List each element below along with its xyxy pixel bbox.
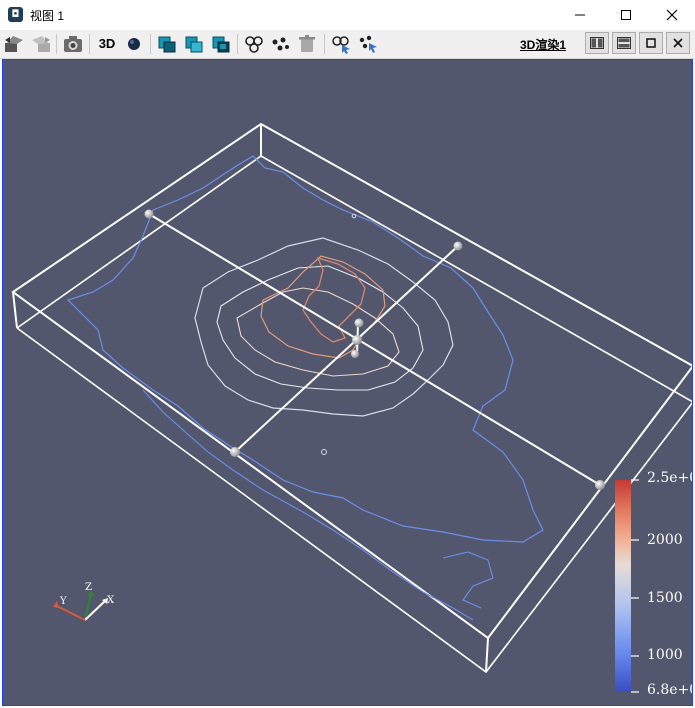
window-title: 视图 1 xyxy=(30,9,65,23)
interactive-select-points-button[interactable] xyxy=(268,32,292,56)
render-canvas xyxy=(11,122,692,674)
hover-cells-button[interactable] xyxy=(329,32,353,56)
redo-camera-button[interactable] xyxy=(29,32,53,56)
minimize-icon xyxy=(575,14,585,16)
axis-label-z: Z xyxy=(85,582,92,593)
select-blocks-button[interactable] xyxy=(242,32,266,56)
toolbar-separator xyxy=(56,34,57,54)
maximize-icon xyxy=(621,10,631,20)
axis-label-x: X xyxy=(107,595,115,606)
hover-points-icon xyxy=(359,35,377,53)
axis-label-y: Y xyxy=(60,596,67,607)
render-view[interactable]: Z X Y 2.5e+0 2000 1500 1000 6.8e+0 xyxy=(2,59,693,706)
select-points-on-button[interactable] xyxy=(182,32,206,56)
points-icon xyxy=(272,37,289,51)
contour-mid-3 xyxy=(236,287,400,377)
select-cells-frustum-button[interactable] xyxy=(209,32,233,56)
close-view-button[interactable] xyxy=(666,32,690,54)
contour-small-loop xyxy=(321,449,327,455)
minimize-button[interactable] xyxy=(557,0,603,30)
sphere-icon xyxy=(128,38,140,50)
toolbar-separator xyxy=(89,34,90,54)
contour-low-edge xyxy=(142,389,474,621)
contour-low-corner xyxy=(442,551,494,609)
view-type-label[interactable]: 3D渲染1 xyxy=(520,36,566,53)
maximize-button[interactable] xyxy=(603,0,649,30)
paraview-logo-icon: ◘ xyxy=(8,7,23,22)
view-toolbar: 3D 3D渲染1 xyxy=(0,30,695,59)
toggle-3d-button[interactable]: 3D xyxy=(95,32,119,56)
capture-screenshot-button[interactable] xyxy=(61,32,85,56)
colorbar-tick-label: 1000 xyxy=(647,647,683,663)
colorbar-tick-label: 1500 xyxy=(647,590,683,606)
colorbar-min-label: 6.8e+0 xyxy=(647,682,692,698)
split-vertical-button[interactable] xyxy=(612,32,636,54)
toolbar-separator xyxy=(324,34,325,54)
select-cells-on-button[interactable] xyxy=(155,32,179,56)
close-button[interactable] xyxy=(649,0,695,30)
select-points-on-icon xyxy=(185,36,203,53)
colorbar-max-label: 2.5e+0 xyxy=(647,470,692,486)
center-axes-button[interactable] xyxy=(122,32,146,56)
toolbar-separator xyxy=(237,34,238,54)
select-frustum-icon xyxy=(212,36,230,53)
close-view-icon xyxy=(673,38,683,48)
split-horizontal-button[interactable] xyxy=(585,32,609,54)
hover-cells-icon xyxy=(332,36,350,54)
clear-selection-button[interactable] xyxy=(295,32,319,56)
blocks-icon xyxy=(245,36,263,53)
maximize-view-icon xyxy=(646,38,656,48)
contour-high-2 xyxy=(302,256,366,343)
colorbar-tick-label: 2000 xyxy=(647,532,683,548)
contour-low xyxy=(66,155,544,543)
window-titlebar: ◘ 视图 1 xyxy=(0,0,695,30)
undo-camera-button[interactable] xyxy=(2,32,26,56)
close-icon xyxy=(666,9,678,21)
camera-icon xyxy=(64,36,82,52)
split-horizontal-icon xyxy=(590,37,604,49)
trash-icon xyxy=(299,35,315,52)
maximize-view-button[interactable] xyxy=(639,32,663,54)
select-cells-on-icon xyxy=(158,36,176,53)
plane-widget[interactable] xyxy=(148,213,601,486)
redo-camera-icon xyxy=(32,36,50,52)
undo-camera-icon xyxy=(5,36,23,52)
hover-points-button[interactable] xyxy=(356,32,380,56)
split-vertical-icon xyxy=(617,37,631,49)
toolbar-separator xyxy=(150,34,151,54)
outline-box xyxy=(11,122,692,674)
